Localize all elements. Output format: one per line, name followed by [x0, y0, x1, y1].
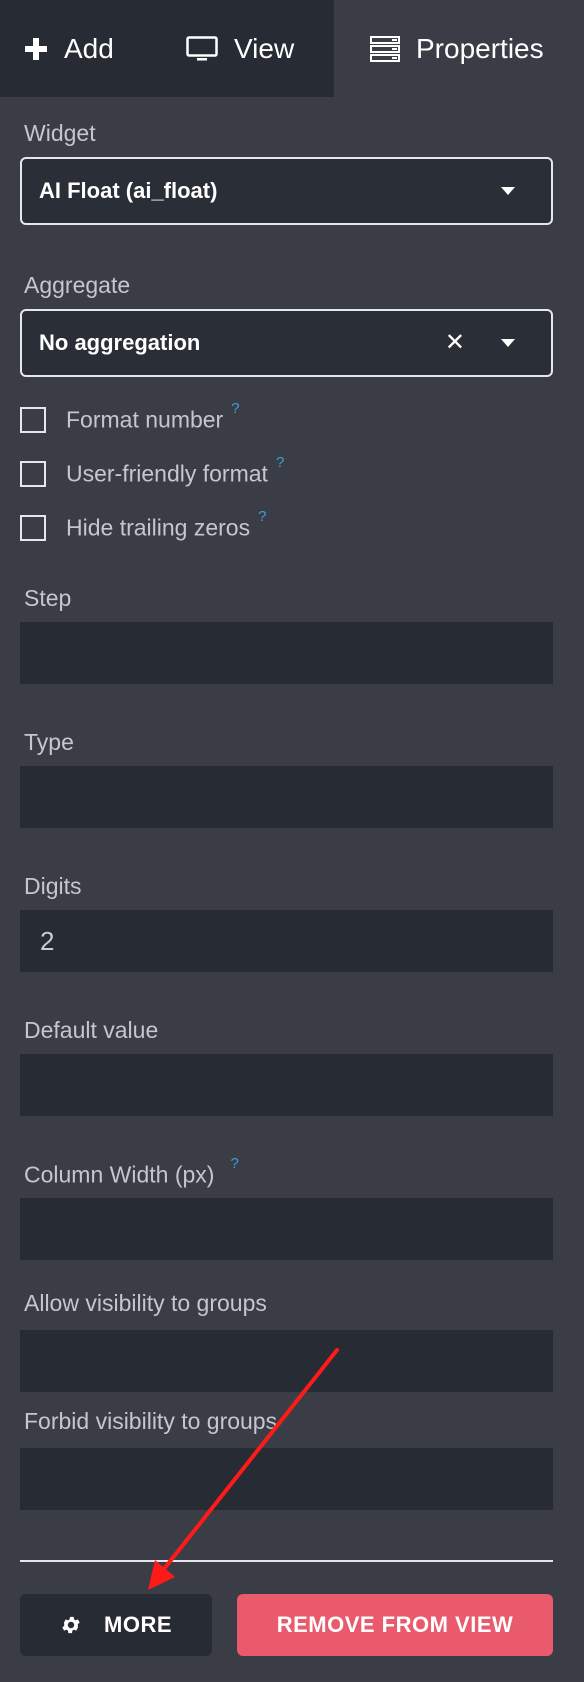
hide-trailing-zeros-checkbox[interactable] — [20, 515, 46, 541]
allow-visibility-label: Allow visibility to groups — [24, 1290, 267, 1316]
help-icon[interactable]: ? — [276, 454, 284, 471]
divider — [20, 1560, 553, 1562]
monitor-icon — [186, 35, 218, 62]
aggregate-select[interactable]: No aggregation ✕ — [20, 309, 553, 377]
digits-label: Digits — [24, 873, 82, 899]
type-label: Type — [24, 729, 74, 755]
widget-select[interactable]: AI Float (ai_float) — [20, 157, 553, 225]
step-label: Step — [24, 585, 72, 611]
format-number-label: Format number? — [66, 400, 240, 433]
caret-down-icon[interactable] — [501, 187, 515, 195]
type-input[interactable] — [20, 766, 553, 828]
allow-visibility-input[interactable] — [20, 1330, 553, 1392]
help-icon[interactable]: ? — [230, 1155, 238, 1172]
tab-view-label: View — [234, 32, 295, 64]
column-width-label: Column Width (px)? — [24, 1155, 239, 1188]
widget-select-value: AI Float (ai_float) — [39, 178, 218, 203]
format-number-checkbox[interactable] — [20, 407, 46, 433]
more-button-label: MORE — [104, 1612, 172, 1637]
tab-view[interactable]: View — [150, 0, 334, 97]
help-icon[interactable]: ? — [258, 508, 266, 525]
caret-down-icon[interactable] — [501, 339, 515, 347]
digits-input[interactable] — [20, 910, 553, 972]
tab-add[interactable]: Add — [0, 0, 150, 97]
plus-icon — [24, 37, 48, 61]
widget-label: Widget — [24, 120, 96, 146]
tab-properties-label: Properties — [416, 32, 544, 64]
step-input[interactable] — [20, 622, 553, 684]
tab-add-label: Add — [64, 32, 114, 64]
default-value-label: Default value — [24, 1017, 159, 1043]
column-width-input[interactable] — [20, 1198, 553, 1260]
aggregate-select-value: No aggregation — [39, 330, 201, 355]
more-button[interactable]: MORE — [20, 1594, 212, 1656]
forbid-visibility-label: Forbid visibility to groups — [24, 1408, 278, 1434]
user-friendly-format-label: User-friendly format? — [66, 454, 285, 487]
default-value-input[interactable] — [20, 1054, 553, 1116]
format-number-option[interactable]: Format number? — [20, 400, 240, 435]
user-friendly-format-checkbox[interactable] — [20, 461, 46, 487]
gear-icon — [60, 1614, 82, 1636]
hide-trailing-zeros-label: Hide trailing zeros? — [66, 508, 267, 541]
arrow-head — [148, 1560, 175, 1590]
remove-from-view-button[interactable]: REMOVE FROM VIEW — [237, 1594, 553, 1656]
list-icon — [370, 35, 400, 62]
tab-properties[interactable]: Properties — [334, 0, 584, 97]
clear-icon[interactable]: ✕ — [445, 331, 465, 355]
tab-bar: Add View Properties — [0, 0, 584, 97]
aggregate-label: Aggregate — [24, 272, 131, 298]
help-icon[interactable]: ? — [231, 400, 239, 417]
hide-trailing-zeros-option[interactable]: Hide trailing zeros? — [20, 508, 267, 543]
forbid-visibility-input[interactable] — [20, 1448, 553, 1510]
user-friendly-format-option[interactable]: User-friendly format? — [20, 454, 285, 489]
